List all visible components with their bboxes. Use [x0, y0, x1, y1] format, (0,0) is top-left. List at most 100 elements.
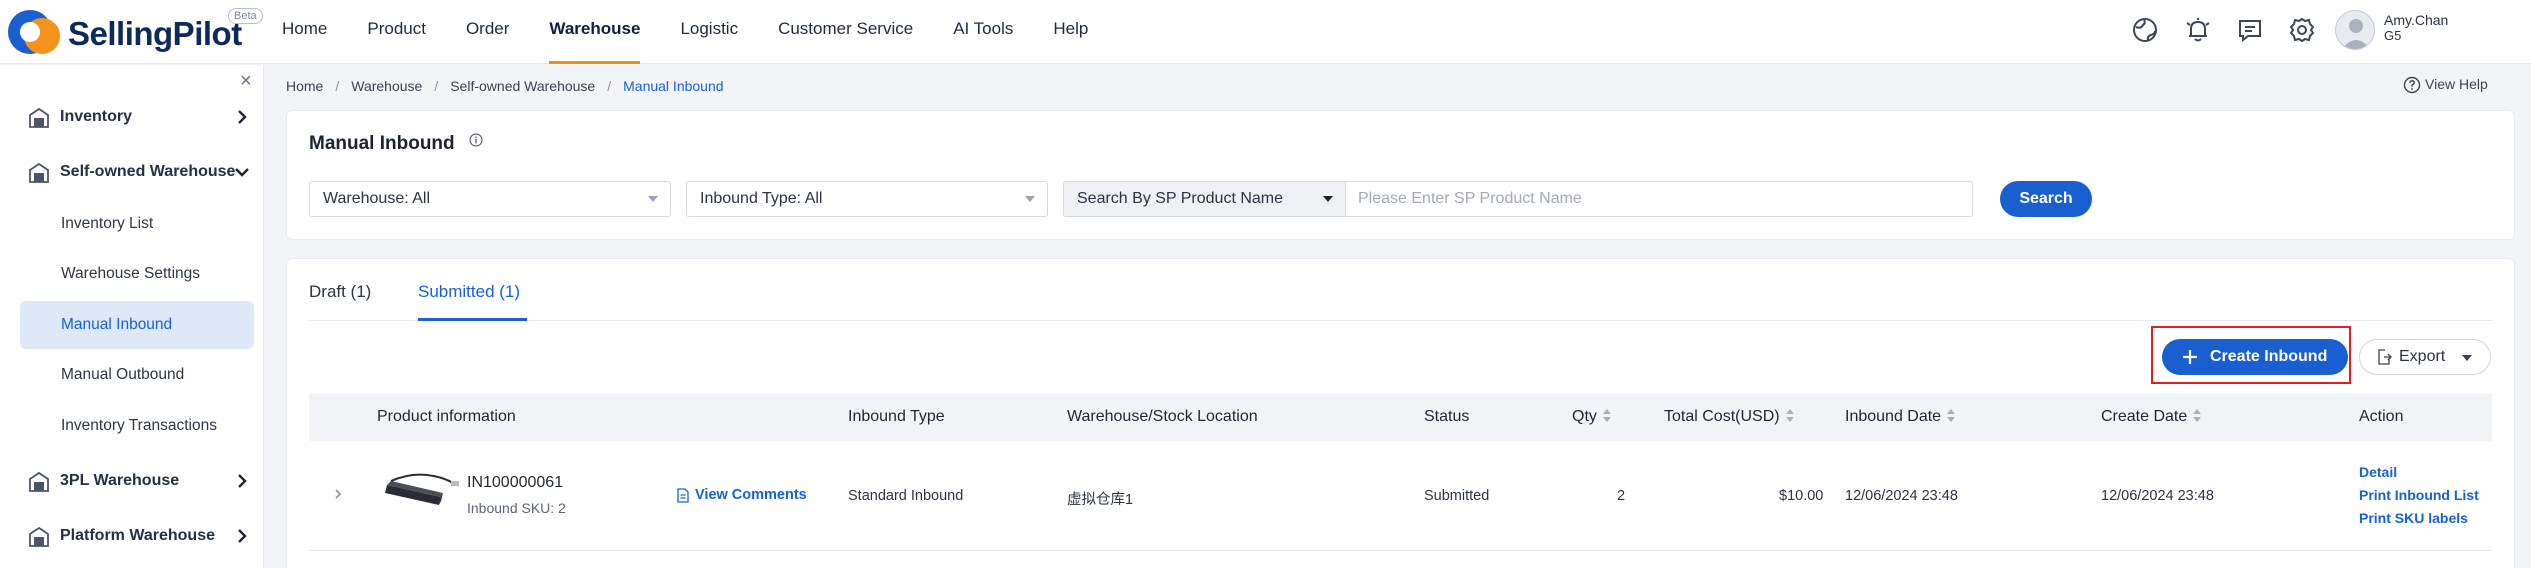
chevron-right-icon[interactable]	[331, 487, 345, 501]
col-status: Status	[1424, 408, 1470, 425]
export-button[interactable]: Export	[2359, 339, 2491, 375]
inbound-type-cell: Standard Inbound	[848, 488, 964, 504]
nav-help[interactable]: Help	[1053, 0, 1088, 64]
total-cost-cell: $10.00	[1779, 488, 1824, 504]
beta-badge: Beta	[228, 8, 263, 24]
sidebar-group-self-owned-warehouse[interactable]: Self-owned Warehouse	[20, 152, 260, 192]
breadcrumb-current: Manual Inbound	[623, 78, 724, 94]
logo-mark-icon	[8, 10, 60, 54]
print-inbound-list-link[interactable]: Print Inbound List	[2359, 487, 2479, 503]
col-qty[interactable]: Qty	[1572, 408, 1613, 426]
filter-card	[286, 110, 2515, 240]
location-cell: 虚拟仓库1	[1067, 492, 1134, 508]
breadcrumb-home[interactable]: Home	[286, 78, 323, 94]
view-comments-link[interactable]: View Comments	[676, 487, 807, 503]
sidebar-item-inventory-list[interactable]: Inventory List	[20, 200, 254, 248]
sidebar-item-manual-inbound[interactable]: Manual Inbound	[20, 301, 254, 349]
view-help-label: View Help	[2425, 76, 2488, 92]
export-label: Export	[2399, 348, 2446, 365]
col-product-information: Product information	[377, 408, 516, 425]
user-avatar-icon	[2342, 19, 2370, 49]
sidebar: × Inventory Self-owned Warehouse Invento…	[0, 65, 264, 568]
warehouse-icon	[29, 526, 49, 547]
breadcrumb-separator: /	[607, 78, 612, 94]
product-thumbnail	[385, 473, 459, 505]
tab-draft[interactable]: Draft (1)	[309, 282, 371, 302]
inbound-type-select[interactable]: Inbound Type: All	[686, 181, 1048, 217]
plus-icon	[2183, 350, 2197, 364]
sidebar-item-manual-outbound[interactable]: Manual Outbound	[20, 351, 254, 399]
breadcrumb-self-owned-warehouse[interactable]: Self-owned Warehouse	[450, 78, 595, 94]
globe-icon[interactable]	[2129, 14, 2161, 46]
caret-down-icon	[648, 196, 658, 202]
col-inbound-type: Inbound Type	[848, 408, 945, 425]
close-icon[interactable]: ×	[240, 71, 252, 91]
warehouse-icon	[29, 471, 49, 492]
active-tab-indicator	[418, 318, 527, 321]
tab-submitted[interactable]: Submitted (1)	[418, 282, 520, 302]
caret-down-icon	[2462, 355, 2472, 361]
col-warehouse-stock-location: Warehouse/Stock Location	[1067, 408, 1258, 425]
sort-icon[interactable]	[2193, 408, 2203, 423]
nav-logistic[interactable]: Logistic	[680, 0, 738, 64]
sort-icon[interactable]	[1785, 408, 1796, 423]
print-sku-labels-link[interactable]: Print SKU labels	[2359, 510, 2468, 526]
search-by-select-value: Search By SP Product Name	[1077, 190, 1284, 207]
sidebar-group-inventory[interactable]: Inventory	[20, 97, 260, 137]
col-create-date[interactable]: Create Date	[2101, 408, 2203, 426]
warehouse-icon	[29, 162, 49, 183]
caret-down-icon	[1323, 196, 1333, 202]
search-button[interactable]: Search	[2000, 181, 2092, 217]
breadcrumb-warehouse[interactable]: Warehouse	[351, 78, 422, 94]
chevron-right-icon	[238, 474, 247, 488]
inbound-id: IN100000061	[467, 474, 564, 491]
col-qty-label: Qty	[1572, 408, 1597, 425]
bell-icon[interactable]	[2182, 14, 2214, 46]
sidebar-group-label: Platform Warehouse	[60, 527, 215, 544]
message-icon[interactable]	[2234, 14, 2266, 46]
sidebar-group-platform-warehouse[interactable]: Platform Warehouse	[20, 516, 260, 556]
breadcrumb: Home / Warehouse / Self-owned Warehouse …	[286, 78, 736, 94]
nav-order[interactable]: Order	[466, 0, 509, 64]
view-comments-label: View Comments	[695, 487, 807, 503]
col-total-cost-label: Total Cost(USD)	[1664, 408, 1780, 425]
create-inbound-label: Create Inbound	[2210, 348, 2328, 365]
col-action: Action	[2359, 408, 2404, 425]
breadcrumb-separator: /	[434, 78, 439, 94]
nav-home[interactable]: Home	[282, 0, 327, 64]
user-name[interactable]: Amy.Chan	[2384, 12, 2448, 29]
col-inbound-date[interactable]: Inbound Date	[1845, 408, 1957, 426]
warehouse-icon	[29, 107, 49, 128]
inbound-date-cell: 12/06/2024 23:48	[1845, 488, 1958, 504]
table-row: IN100000061 Inbound SKU: 2 View Comments…	[309, 441, 2492, 551]
table-header: Product information Inbound Type Warehou…	[309, 393, 2492, 441]
search-by-select[interactable]: Search By SP Product Name	[1063, 181, 1346, 217]
qty-cell: 2	[1617, 488, 1626, 504]
help-icon	[2403, 76, 2421, 94]
app-name: SellingPilot	[68, 15, 242, 52]
sidebar-item-inventory-transactions[interactable]: Inventory Transactions	[20, 402, 254, 450]
chevron-right-icon	[238, 110, 247, 124]
tab-divider	[309, 320, 2492, 321]
nav-ai-tools[interactable]: AI Tools	[953, 0, 1013, 64]
view-help-link[interactable]: View Help	[2403, 76, 2488, 94]
sidebar-item-warehouse-settings[interactable]: Warehouse Settings	[20, 250, 254, 298]
detail-link[interactable]: Detail	[2359, 464, 2397, 480]
nav-customer-service[interactable]: Customer Service	[778, 0, 913, 64]
nav-product[interactable]: Product	[367, 0, 426, 64]
user-subtitle: G5	[2384, 28, 2402, 43]
search-input[interactable]	[1346, 181, 1973, 217]
info-icon[interactable]	[469, 133, 483, 147]
nav-warehouse[interactable]: Warehouse	[549, 0, 641, 64]
col-total-cost[interactable]: Total Cost(USD)	[1664, 408, 1796, 426]
sort-icon[interactable]	[1602, 408, 1613, 423]
warehouse-select[interactable]: Warehouse: All	[309, 181, 671, 217]
inbound-sku: Inbound SKU: 2	[467, 500, 566, 516]
caret-down-icon	[1025, 196, 1035, 202]
app-logo[interactable]: SellingPilot Beta	[8, 4, 268, 60]
avatar[interactable]	[2335, 10, 2375, 50]
gear-icon[interactable]	[2286, 14, 2318, 46]
create-inbound-button[interactable]: Create Inbound	[2162, 339, 2348, 375]
sort-icon[interactable]	[1947, 408, 1957, 423]
sidebar-group-3pl-warehouse[interactable]: 3PL Warehouse	[20, 461, 260, 501]
